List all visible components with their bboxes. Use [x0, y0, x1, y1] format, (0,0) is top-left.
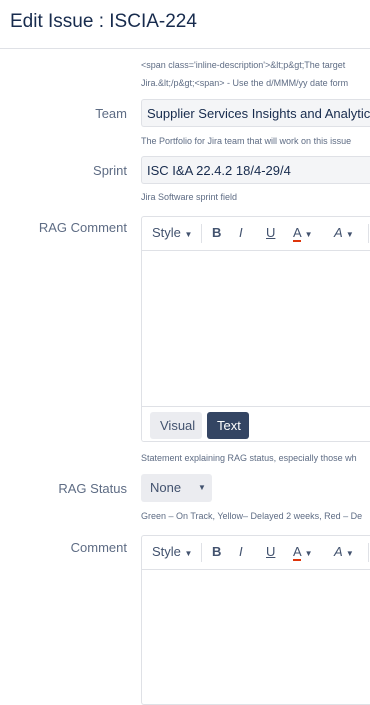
toolbar-divider: [368, 224, 369, 243]
team-description: The Portfolio for Jira team that will wo…: [141, 136, 352, 146]
style-dropdown[interactable]: Style ▼: [152, 225, 192, 240]
more-formatting-button[interactable]: A ▼: [334, 225, 354, 240]
toolbar-divider: [201, 543, 202, 562]
editor-toolbar: Style ▼ B I U A ▼ A ▼: [142, 217, 370, 251]
rag-status-label: RAG Status: [58, 481, 127, 496]
text-color-button[interactable]: A ▼: [293, 544, 313, 561]
tab-visual-label: Visual: [160, 418, 196, 433]
bold-button[interactable]: B: [212, 225, 221, 240]
team-value: Supplier Services Insights and Analytics…: [147, 106, 370, 121]
chevron-down-icon: ▼: [184, 549, 193, 558]
style-dropdown[interactable]: Style ▼: [152, 544, 192, 559]
style-label: Style: [152, 544, 181, 559]
sprint-description: Jira Software sprint field: [141, 192, 238, 202]
more-formatting-icon: A: [334, 225, 343, 240]
team-label: Team: [95, 106, 127, 121]
toolbar-divider: [368, 543, 369, 562]
more-formatting-button[interactable]: A ▼: [334, 544, 354, 559]
rag-comment-editor[interactable]: Style ▼ B I U A ▼ A ▼ Visual Text: [141, 216, 370, 442]
chevron-down-icon: ▼: [184, 230, 193, 239]
style-label: Style: [152, 225, 181, 240]
team-field[interactable]: Supplier Services Insights and Analytics…: [141, 99, 370, 127]
underline-button[interactable]: U: [266, 544, 275, 559]
chevron-down-icon: ▼: [304, 230, 313, 239]
editor-mode-tabs: Visual Text: [142, 406, 370, 441]
tab-text-label: Text: [217, 418, 241, 433]
tab-visual[interactable]: Visual: [150, 412, 202, 439]
rag-status-value: None: [150, 480, 182, 495]
rag-status-select[interactable]: None ▼: [141, 474, 212, 502]
comment-label: Comment: [70, 540, 127, 555]
rag-comment-label: RAG Comment: [38, 220, 127, 235]
comment-editor[interactable]: Style ▼ B I U A ▼ A ▼: [141, 535, 370, 705]
editor-toolbar: Style ▼ B I U A ▼ A ▼: [142, 536, 370, 570]
chevron-down-icon: ▼: [345, 549, 354, 558]
chevron-down-icon: ▼: [304, 549, 313, 558]
chevron-down-icon: ▼: [345, 230, 354, 239]
rag-comment-description: Statement explaining RAG status, especia…: [141, 453, 357, 463]
text-color-button[interactable]: A ▼: [293, 225, 313, 242]
toolbar-divider: [201, 224, 202, 243]
text-color-icon: A: [293, 225, 301, 242]
rag-status-description: Green – On Track, Yellow– Delayed 2 week…: [141, 511, 363, 521]
tab-text[interactable]: Text: [207, 412, 249, 439]
field-description: <span class='inline-description'>&lt;p&g…: [141, 60, 346, 70]
underline-button[interactable]: U: [266, 225, 275, 240]
sprint-field[interactable]: ISC I&A 22.4.2 18/4-29/4: [141, 156, 370, 184]
italic-button[interactable]: I: [239, 544, 243, 559]
field-description: Jira.&lt;/p&gt;<span> - Use the d/MMM/yy…: [141, 78, 349, 88]
sprint-label: Sprint: [93, 163, 127, 178]
chevron-down-icon: ▼: [198, 483, 206, 492]
italic-button[interactable]: I: [239, 225, 243, 240]
text-color-icon: A: [293, 544, 301, 561]
more-formatting-icon: A: [334, 544, 343, 559]
bold-button[interactable]: B: [212, 544, 221, 559]
sprint-value: ISC I&A 22.4.2 18/4-29/4: [147, 163, 291, 178]
dialog-title: Edit Issue : ISCIA-224: [10, 11, 197, 32]
